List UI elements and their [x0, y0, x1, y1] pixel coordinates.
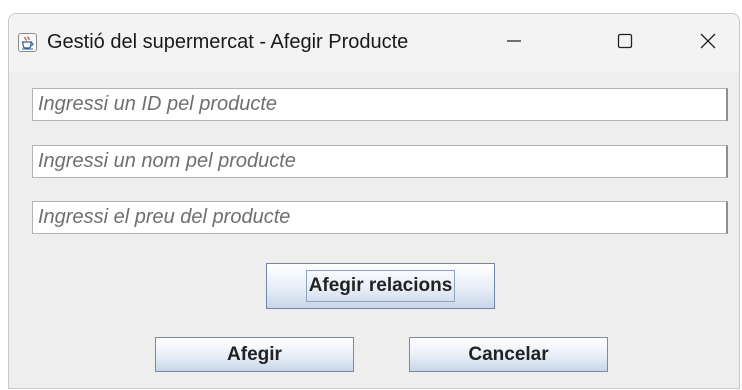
add-relations-button[interactable]: Afegir relacions [266, 263, 495, 309]
add-button[interactable]: Afegir [155, 337, 354, 372]
cancel-button[interactable]: Cancelar [409, 337, 608, 372]
title-bar[interactable]: Gestió del supermercat - Afegir Producte [9, 14, 739, 72]
close-icon [699, 32, 717, 55]
window-title: Gestió del supermercat - Afegir Producte [47, 31, 409, 53]
maximize-icon [617, 33, 633, 54]
close-button[interactable] [675, 14, 739, 72]
product-name-field[interactable] [32, 145, 728, 178]
product-price-field[interactable] [32, 201, 728, 234]
product-id-field[interactable] [32, 88, 728, 121]
add-relations-label: Afegir relacions [305, 270, 456, 302]
minimize-button[interactable] [481, 14, 547, 72]
dialog-window: Gestió del supermercat - Afegir Producte… [8, 13, 740, 389]
minimize-icon [506, 33, 522, 54]
maximize-button[interactable] [592, 14, 658, 72]
dialog-content: Afegir relacions Afegir Cancelar [9, 72, 739, 388]
java-cup-icon[interactable] [18, 33, 37, 52]
